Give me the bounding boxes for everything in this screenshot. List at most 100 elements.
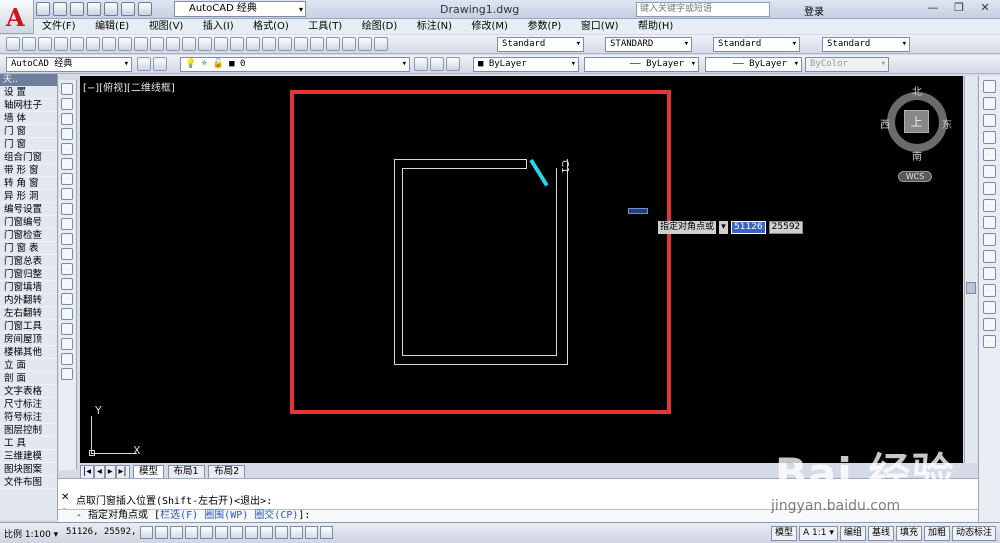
close-button[interactable]: ✕: [974, 1, 996, 16]
palette-item[interactable]: 尺寸标注: [0, 398, 57, 411]
workspace-select[interactable]: AutoCAD 经典 ▾: [174, 1, 306, 17]
spline-icon[interactable]: [61, 203, 73, 215]
rectangle-icon[interactable]: [61, 143, 73, 155]
point-icon[interactable]: [61, 278, 73, 290]
menu-tools[interactable]: 工具(T): [300, 19, 350, 34]
trim-icon[interactable]: [983, 233, 996, 246]
move-icon[interactable]: [983, 165, 996, 178]
design-center-icon[interactable]: [294, 37, 308, 51]
menu-help[interactable]: 帮助(H): [630, 19, 681, 34]
zoom-previous-icon[interactable]: [262, 37, 276, 51]
zoom-realtime-icon[interactable]: [230, 37, 244, 51]
3d-osnap-icon[interactable]: [215, 526, 228, 539]
menu-file[interactable]: 文件(F): [34, 19, 84, 34]
tab-first-icon[interactable]: |◂: [80, 465, 94, 479]
polygon-icon[interactable]: [61, 128, 73, 140]
compass-west[interactable]: 西: [880, 116, 890, 131]
erase-icon[interactable]: [983, 80, 996, 93]
properties-icon[interactable]: [278, 37, 292, 51]
rotate-icon[interactable]: [983, 182, 996, 195]
chamfer-icon[interactable]: [983, 301, 996, 314]
circle-icon[interactable]: [61, 173, 73, 185]
close-command-icon[interactable]: ✕: [61, 492, 69, 503]
layer-previous-icon[interactable]: [430, 57, 444, 71]
block-edit-icon[interactable]: [166, 37, 180, 51]
palette-item[interactable]: 门窗编号: [0, 216, 57, 229]
baseline-button[interactable]: 基线: [867, 526, 894, 541]
offset-icon[interactable]: [983, 131, 996, 144]
save-as-icon[interactable]: [87, 2, 101, 16]
dynamic-value-y[interactable]: 25592: [768, 221, 804, 234]
compass-south[interactable]: 南: [912, 148, 922, 163]
model-button[interactable]: 模型: [771, 526, 798, 541]
tab-last-icon[interactable]: ▸|: [115, 465, 130, 479]
scale-select[interactable]: 比例 1:100 ▾: [4, 527, 58, 540]
tab-layout2[interactable]: 布局2: [208, 465, 246, 479]
wcs-menu[interactable]: WCS: [898, 171, 932, 182]
hatch-icon[interactable]: [61, 293, 73, 305]
help-search-input[interactable]: 键入关键字或短语: [636, 2, 770, 17]
dynamic-options-icon[interactable]: ▾: [719, 221, 729, 234]
palette-item[interactable]: 门窗工具: [0, 320, 57, 333]
transparency-icon[interactable]: [290, 526, 303, 539]
make-current-icon[interactable]: [414, 57, 428, 71]
command-input[interactable]: - 指定对角点或 [栏选(F) 圈围(WP) 圈交(CP)]:: [58, 509, 978, 522]
open-file-icon[interactable]: [22, 37, 36, 51]
palette-item[interactable]: 剖 面: [0, 372, 57, 385]
option-wpolygon[interactable]: 圈围(WP): [204, 510, 248, 521]
undo-icon[interactable]: [121, 2, 135, 16]
ducs-icon[interactable]: [245, 526, 258, 539]
palette-item[interactable]: 门 窗: [0, 125, 57, 138]
viewcube-face[interactable]: 上: [904, 110, 929, 133]
palette-item[interactable]: 楼梯其他: [0, 346, 57, 359]
quickcalc-icon[interactable]: [358, 37, 372, 51]
palette-item[interactable]: 异 形 洞: [0, 190, 57, 203]
palette-item[interactable]: 图层控制: [0, 424, 57, 437]
layer-states-icon[interactable]: [446, 57, 460, 71]
workspace-combo[interactable]: AutoCAD 经典: [6, 57, 132, 72]
tab-model[interactable]: 模型: [133, 465, 165, 479]
viewcube[interactable]: 上 北 南 西 东: [880, 83, 952, 166]
palette-item[interactable]: 门窗归整: [0, 268, 57, 281]
menu-edit[interactable]: 编辑(E): [87, 19, 137, 34]
plot-icon[interactable]: [54, 37, 68, 51]
tab-prev-icon[interactable]: ◂: [93, 465, 105, 479]
cut-icon[interactable]: [102, 37, 116, 51]
markup-icon[interactable]: [342, 37, 356, 51]
menu-format[interactable]: 格式(O): [245, 19, 297, 34]
palette-item[interactable]: 墙 体: [0, 112, 57, 125]
table-icon[interactable]: [61, 338, 73, 350]
print-icon[interactable]: [104, 2, 118, 16]
palette-item[interactable]: 左右翻转: [0, 307, 57, 320]
quick-props-icon[interactable]: [305, 526, 318, 539]
insert-block-icon[interactable]: [61, 248, 73, 260]
otrack-icon[interactable]: [230, 526, 243, 539]
palette-item[interactable]: 文件布图: [0, 476, 57, 489]
table-style-select[interactable]: Standard: [713, 37, 800, 52]
drawing-canvas[interactable]: [−][俯视][二维线框] C1 指定对角点或 ▾ 51126 25592 上 …: [80, 76, 963, 463]
scale-icon[interactable]: [983, 199, 996, 212]
make-block-icon[interactable]: [61, 263, 73, 275]
gradient-icon[interactable]: [61, 308, 73, 320]
fill-button[interactable]: 填充: [895, 526, 922, 541]
join-icon[interactable]: [983, 284, 996, 297]
palette-item[interactable]: 门窗检查: [0, 229, 57, 242]
option-fence[interactable]: 栏选(F): [160, 510, 198, 521]
array-icon[interactable]: [983, 148, 996, 161]
tab-layout1[interactable]: 布局1: [167, 465, 205, 479]
linetype-select[interactable]: —— ByLayer: [584, 57, 699, 72]
compass-east[interactable]: 东: [942, 116, 952, 131]
login-link[interactable]: 登录: [804, 3, 824, 18]
text-style-select[interactable]: Standard: [497, 37, 584, 52]
palette-item[interactable]: 门窗填墙: [0, 281, 57, 294]
palette-item[interactable]: 转 角 窗: [0, 177, 57, 190]
open-icon[interactable]: [53, 2, 67, 16]
multileader-style-select[interactable]: Standard: [822, 37, 910, 52]
new-icon[interactable]: [36, 2, 50, 16]
stretch-icon[interactable]: [983, 216, 996, 229]
compass-north[interactable]: 北: [912, 83, 922, 98]
pan-icon[interactable]: [214, 37, 228, 51]
line-icon[interactable]: [61, 83, 73, 95]
menu-window[interactable]: 窗口(W): [573, 19, 627, 34]
polyline-icon[interactable]: [61, 113, 73, 125]
